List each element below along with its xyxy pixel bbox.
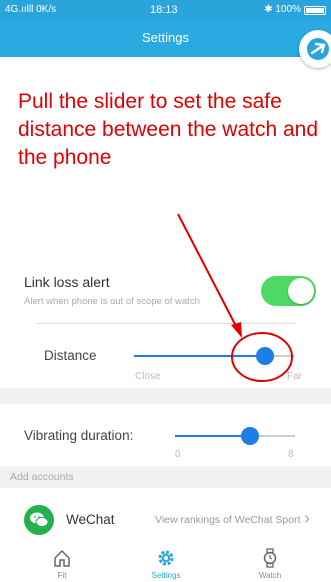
vibrating-min-label: 0	[175, 449, 181, 460]
wechat-rankings-link[interactable]: View rankings of WeChat Sport	[155, 514, 301, 526]
status-bar: 4G.ıılll 0K/s 18:13 ✱ 100%	[0, 0, 331, 20]
distance-min-label: Close	[135, 371, 161, 382]
link-loss-label: Link loss alert	[24, 274, 110, 290]
tab-settings-label: Settings	[151, 571, 181, 580]
tab-settings[interactable]: Settings	[136, 546, 196, 582]
distance-label: Distance	[44, 348, 97, 363]
distance-slider[interactable]	[134, 347, 294, 365]
link-loss-row: Link loss alert Alert when phone is out …	[0, 262, 331, 324]
tab-fit[interactable]: Fit	[32, 546, 92, 582]
system-status: ✱ 100%	[264, 4, 301, 15]
vibrating-slider-fill	[175, 435, 250, 437]
divider	[36, 323, 296, 324]
link-loss-toggle[interactable]	[261, 276, 316, 306]
instruction-annotation: Pull the slider to set the safe distance…	[18, 90, 319, 169]
distance-max-label: Far	[287, 371, 302, 382]
distance-slider-fill	[134, 355, 266, 357]
watch-icon	[263, 548, 277, 568]
header-bar: Settings	[0, 20, 331, 68]
link-loss-description: Alert when phone is out of scope of watc…	[24, 296, 200, 307]
tab-watch-label: Watch	[258, 571, 282, 580]
bottom-tab-bar: Fit Settings Watch	[0, 546, 331, 582]
vibrating-row: Vibrating duration: 0 8	[0, 404, 331, 464]
vibrating-max-label: 8	[288, 449, 294, 460]
network-status: 4G.ıılll 0K/s	[5, 4, 57, 15]
sync-icon	[307, 38, 329, 60]
toggle-knob	[288, 278, 314, 304]
vibrating-slider[interactable]	[175, 427, 295, 445]
battery-icon	[304, 6, 326, 15]
tab-fit-label: Fit	[57, 571, 67, 580]
distance-row: Distance Close Far	[0, 328, 331, 388]
chevron-right-icon: ›	[304, 508, 310, 528]
gear-icon	[158, 550, 174, 566]
vibrating-label: Vibrating duration:	[24, 428, 134, 443]
accounts-section-header: Add accounts	[0, 466, 331, 488]
vibrating-slider-thumb[interactable]	[241, 427, 259, 445]
wechat-icon	[24, 505, 54, 535]
sync-button[interactable]	[299, 30, 331, 68]
wechat-name: WeChat	[66, 512, 115, 527]
distance-slider-thumb[interactable]	[256, 347, 275, 365]
home-icon	[54, 549, 70, 567]
accounts-header-label: Add accounts	[10, 471, 74, 483]
clock: 18:13	[150, 4, 178, 16]
page-title: Settings	[142, 30, 189, 45]
tab-watch[interactable]: Watch	[240, 546, 300, 582]
section-gap	[0, 388, 331, 404]
wechat-account-row[interactable]: WeChat View rankings of WeChat Sport ›	[0, 500, 331, 540]
